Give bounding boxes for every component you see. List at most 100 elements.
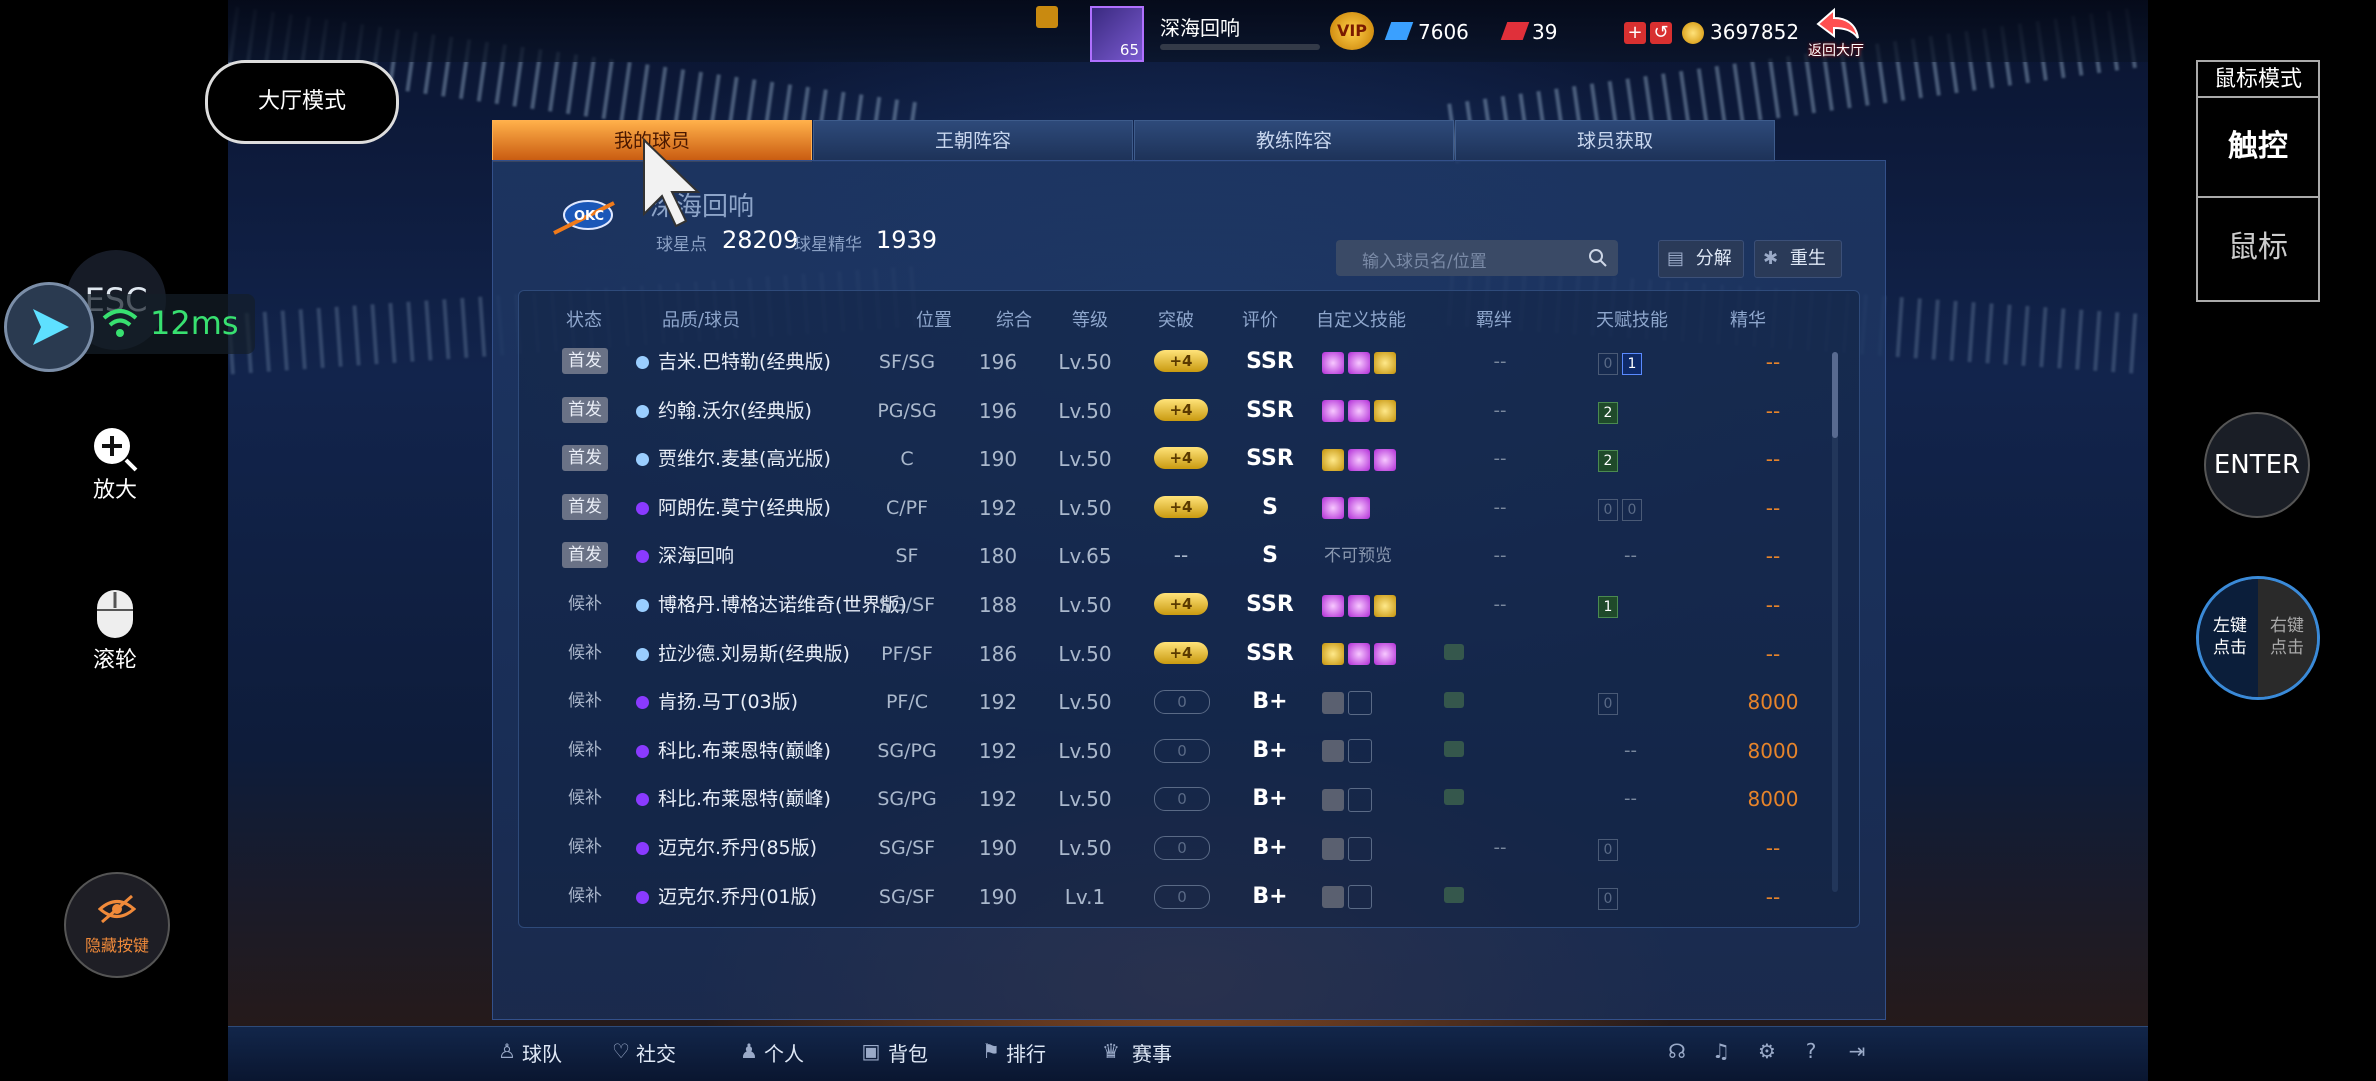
table-row[interactable]: 首发 约翰.沃尔(经典版) PG/SG 196 Lv.50 +4 SSR -- 2 -- <box>540 387 1830 435</box>
quality-dot <box>636 744 649 758</box>
back-to-lobby-label[interactable]: 返回大厅 <box>1808 40 1864 60</box>
hide-keys-button[interactable]: 隐藏按键 <box>64 872 170 978</box>
add-plus-icon[interactable]: + <box>1624 22 1646 44</box>
mouse-click-toggle[interactable]: 左键点击 右键点击 <box>2196 576 2320 700</box>
right-click-button[interactable]: 右键点击 <box>2258 579 2317 697</box>
wheel-label[interactable]: 滚轮 <box>65 642 165 674</box>
grade-label: B+ <box>1252 835 1288 860</box>
headset-icon[interactable]: ☊ <box>1666 1040 1688 1062</box>
essence-value: -- <box>1765 593 1781 617</box>
player-position: SG/PG <box>877 788 937 811</box>
tab-dynasty-lineup[interactable]: 王朝阵容 <box>813 120 1133 162</box>
zoom-label[interactable]: 放大 <box>65 472 165 504</box>
player-level: Lv.50 <box>1058 836 1112 860</box>
settings-icon[interactable]: ⚙ <box>1756 1040 1778 1062</box>
nav-social[interactable]: 社交 <box>636 1038 676 1067</box>
skill-icon <box>1374 643 1396 666</box>
table-row[interactable]: 候补 肯扬.马丁(03版) PF/C 192 Lv.50 0 B+ 0 8000 <box>540 678 1830 726</box>
mouse-wheel-icon[interactable] <box>95 588 135 640</box>
tab-coach-lineup[interactable]: 教练阵容 <box>1134 120 1454 162</box>
table-row[interactable]: 候补 迈克尔.乔丹(01版) SG/SF 190 Lv.1 0 B+ 0 -- <box>540 873 1830 921</box>
player-avatar[interactable]: 65 <box>1090 6 1144 62</box>
exit-icon[interactable]: ⇥ <box>1846 1040 1868 1062</box>
player-overall: 180 <box>978 544 1018 569</box>
star-points-value: 28209 <box>722 226 799 254</box>
send-icon[interactable] <box>4 282 94 372</box>
ranking-icon: ⚑ <box>982 1039 1000 1063</box>
player-overall: 190 <box>978 447 1018 472</box>
col-status: 状态 <box>566 310 602 331</box>
nav-team[interactable]: 球队 <box>522 1038 562 1067</box>
col-player: 品质/球员 <box>662 310 741 331</box>
search-input[interactable]: 输入球员名/位置 <box>1336 240 1618 276</box>
tab-player-acquire[interactable]: 球员获取 <box>1455 120 1775 162</box>
table-row[interactable]: 首发 吉米.巴特勒(经典版) SF/SG 196 Lv.50 +4 SSR -- 0 1 -- <box>540 338 1830 386</box>
quality-dot <box>636 842 649 855</box>
quality-dot <box>636 696 649 710</box>
status-badge: 首发 <box>562 348 608 374</box>
lock-icon <box>1322 788 1344 811</box>
player-position: SG/PG <box>877 739 937 762</box>
talent-skills: 2 <box>1598 449 1622 473</box>
nav-backpack[interactable]: 背包 <box>888 1038 928 1067</box>
vip-badge[interactable]: VIP <box>1330 12 1374 50</box>
coin-count: 3697852 <box>1710 20 1800 44</box>
lock-icon <box>1322 886 1344 909</box>
breakthrough-badge: +4 <box>1154 398 1208 421</box>
col-level: 等级 <box>1072 310 1108 331</box>
music-icon[interactable]: ♫ <box>1710 1040 1732 1062</box>
rebirth-button[interactable]: ✱ 重生 <box>1754 240 1842 278</box>
decompose-button[interactable]: ▤ 分解 <box>1658 240 1744 278</box>
scrollbar[interactable] <box>1832 352 1838 892</box>
table-row[interactable]: 候补 博格丹.博格达诺维奇(世界版) SG/SF 188 Lv.50 +4 SSR -- 1 -- <box>540 581 1830 629</box>
table-row[interactable]: 首发 深海回响 SF 180 Lv.65 -- S 不可预览 -- -- -- <box>540 532 1830 580</box>
player-name: 拉沙德.刘易斯(经典版) <box>658 642 850 665</box>
player-position: SG/SF <box>878 594 936 616</box>
exchange-icon[interactable]: ↺ <box>1650 22 1672 44</box>
player-overall: 188 <box>978 593 1018 617</box>
quality-dot <box>636 550 649 564</box>
table-row[interactable]: 候补 科比.布莱恩特(巅峰) SG/PG 192 Lv.50 0 B+ -- 8000 <box>540 775 1830 823</box>
table-row[interactable]: 首发 阿朗佐.莫宁(经典版) C/PF 192 Lv.50 +4 S -- 0 0 -- <box>540 484 1830 532</box>
player-overall: 192 <box>978 495 1018 520</box>
grade-label: B+ <box>1252 883 1288 909</box>
mouse-mode-button[interactable]: 鼠标 <box>2198 198 2318 298</box>
help-icon[interactable]: ? <box>1800 1040 1822 1062</box>
latency-value: 12ms <box>150 304 239 342</box>
status-badge: 候补 <box>568 642 602 663</box>
quality-dot <box>636 647 649 661</box>
skill-icon <box>1374 400 1396 423</box>
quality-dot <box>636 501 649 515</box>
talent-skills: 01 <box>1598 352 1646 375</box>
nav-profile[interactable]: 个人 <box>764 1038 804 1067</box>
col-overall: 综合 <box>996 310 1032 331</box>
touch-mode-button[interactable]: 触控 <box>2198 98 2318 198</box>
left-click-button[interactable]: 左键点击 <box>2199 579 2258 697</box>
zoom-in-icon[interactable] <box>92 426 138 472</box>
lock-icon <box>1322 837 1344 860</box>
gift-icon[interactable] <box>1036 6 1058 28</box>
nav-events[interactable]: 赛事 <box>1132 1038 1172 1067</box>
talent-box: 2 <box>1598 450 1618 473</box>
player-name: 迈克尔.乔丹(01版) <box>658 885 818 908</box>
grade-label: SSR <box>1246 349 1294 374</box>
skill-icon <box>1348 643 1370 666</box>
scroll-thumb[interactable] <box>1832 352 1838 438</box>
player-position: C <box>900 448 914 471</box>
table-row[interactable]: 候补 科比.布莱恩特(巅峰) SG/PG 192 Lv.50 0 B+ -- 8000 <box>540 727 1830 775</box>
talent-skills: 0 <box>1598 692 1622 716</box>
table-row[interactable]: 候补 迈克尔.乔丹(85版) SG/SF 190 Lv.50 0 B+ -- 0 -- <box>540 824 1830 872</box>
player-overall: 190 <box>978 836 1018 860</box>
table-row[interactable]: 候补 拉沙德.刘易斯(经典版) PF/SF 186 Lv.50 +4 SSR -- <box>540 630 1830 678</box>
search-icon[interactable] <box>1588 248 1608 268</box>
skill-icon <box>1348 836 1372 861</box>
talent-box: 1 <box>1622 353 1642 375</box>
table-row[interactable]: 首发 贾维尔.麦基(高光版) C 190 Lv.50 +4 SSR -- 2 -- <box>540 435 1830 483</box>
back-arrow-icon[interactable] <box>1814 6 1860 42</box>
player-position: SF <box>895 545 919 568</box>
player-position: SF/SG <box>878 351 936 373</box>
hall-mode-button[interactable]: 大厅模式 <box>205 60 399 144</box>
grade-label: S <box>1262 494 1278 520</box>
enter-button[interactable]: ENTER <box>2204 412 2310 518</box>
nav-ranking[interactable]: 排行 <box>1006 1038 1046 1067</box>
